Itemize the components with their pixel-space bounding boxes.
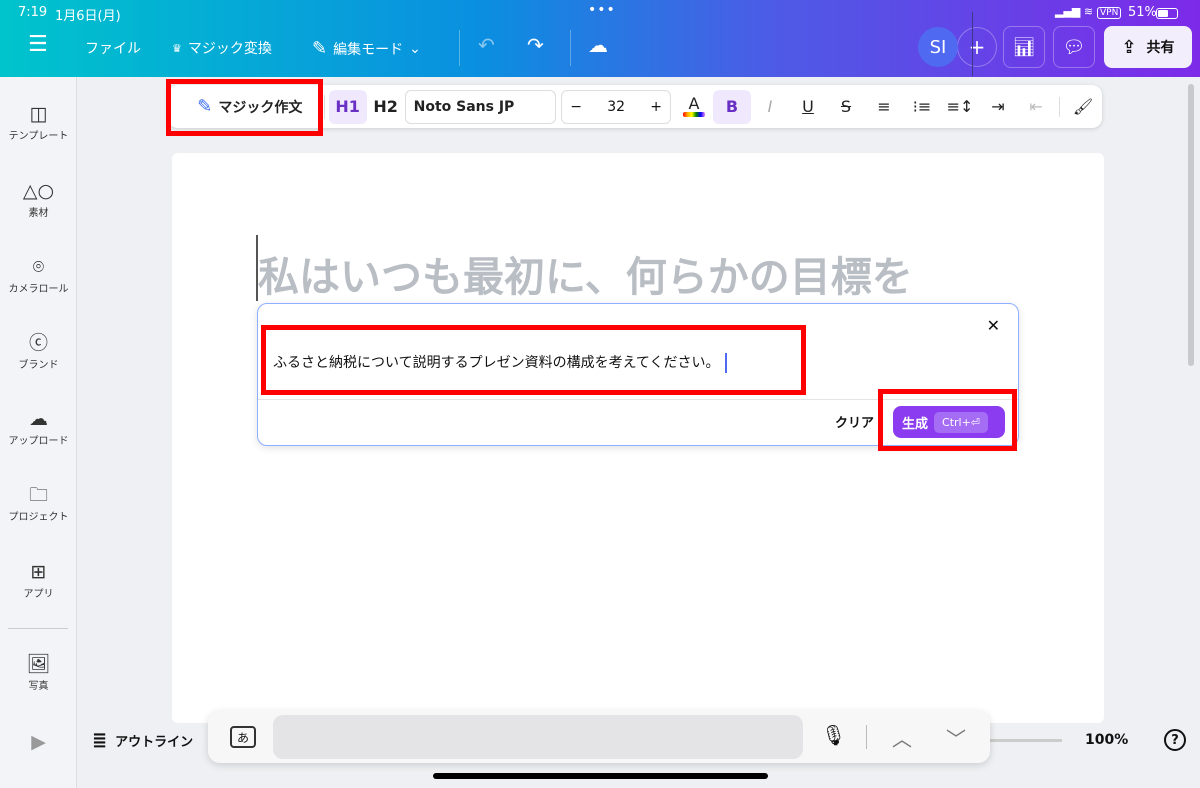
text-color-button[interactable]: A	[675, 90, 713, 124]
keyboard-accessory-bar: あ 🎙︎ ︿ ﹀	[208, 711, 990, 763]
help-button[interactable]: ?	[1164, 729, 1186, 751]
apps-icon: ⊞	[30, 561, 47, 583]
sidebar: ◫ テンプレート △○ 素材 ⌾ カメラロール ⓒ ブランド ☁ アップロード 🗀 プロジェ…	[0, 77, 77, 788]
crown-icon: ♛	[172, 41, 182, 55]
font-family-select[interactable]: Noto Sans JP	[404, 89, 557, 124]
zoom-slider[interactable]	[990, 739, 1062, 742]
video-icon: ▶	[31, 731, 46, 753]
top-header: 7:19 1月6日(月) ••• ▂▄▆ ≋ VPN 51% ☰ ファイル ♛ マ…	[0, 0, 1200, 77]
sidebar-item-templates[interactable]: ◫ テンプレート	[0, 101, 77, 142]
highlight-prompt	[261, 325, 806, 395]
multitask-dots-icon[interactable]: •••	[588, 2, 616, 18]
italic-button[interactable]: I	[751, 90, 789, 124]
upload-icon: ☁	[29, 408, 48, 430]
photo-icon: 🖼︎	[26, 653, 51, 675]
line-spacing-icon[interactable]: ≡↕	[941, 90, 979, 124]
comment-icon[interactable]: 💬︎	[1053, 26, 1095, 68]
redo-icon[interactable]: ↷	[527, 33, 544, 57]
pencil-icon: ✎	[312, 38, 328, 59]
sidebar-item-brand[interactable]: ⓒ ブランド	[0, 330, 77, 371]
home-indicator[interactable]	[433, 773, 768, 779]
cursor-line	[972, 12, 973, 76]
status-time: 7:19	[18, 5, 48, 20]
signal-wifi-icon: ▂▄▆ ≋	[1055, 5, 1094, 18]
font-size-decrease[interactable]: −	[570, 99, 582, 115]
close-icon[interactable]: ✕	[987, 316, 1000, 335]
hamburger-icon[interactable]: ☰	[28, 32, 48, 57]
zoom-level[interactable]: 100%	[1085, 732, 1128, 748]
camera-icon: ⌾	[32, 256, 45, 278]
upload-share-icon: ⇪	[1121, 36, 1137, 58]
heading1-button[interactable]: H1	[328, 89, 367, 124]
page-heading[interactable]: 私はいつも最初に、何らかの目標を	[258, 243, 913, 303]
bold-button[interactable]: B	[713, 89, 751, 124]
rainbow-bar-icon	[683, 112, 705, 117]
file-menu[interactable]: ファイル	[85, 38, 141, 58]
sidebar-item-elements[interactable]: △○ 素材	[0, 178, 77, 219]
clear-button[interactable]: クリア	[835, 412, 874, 431]
sidebar-item-uploads[interactable]: ☁ アップロード	[0, 406, 77, 447]
elements-icon: △○	[22, 180, 55, 202]
scrollbar[interactable]	[1188, 84, 1194, 366]
divider	[570, 30, 571, 66]
indent-icon[interactable]: ⇥	[979, 90, 1017, 124]
font-size-increase[interactable]: +	[650, 99, 662, 115]
heading2-button[interactable]: H2	[367, 90, 405, 124]
strikethrough-button[interactable]: S	[827, 90, 865, 124]
add-collaborator-button[interactable]: +	[957, 27, 997, 67]
divider	[1059, 96, 1060, 117]
chevron-down-icon: ⌄	[409, 40, 421, 57]
cloud-saved-icon[interactable]: ☁	[588, 33, 608, 57]
battery-percent: 51%	[1128, 5, 1157, 20]
folder-icon: 🗀	[28, 484, 48, 506]
divider	[459, 30, 460, 66]
bullet-list-icon[interactable]: ⁝≡	[903, 90, 941, 124]
highlight-generate	[878, 389, 1017, 451]
font-size-value[interactable]: 32	[607, 99, 625, 115]
outdent-icon[interactable]: ⇤	[1017, 90, 1055, 124]
font-size-stepper[interactable]: − 32 +	[561, 89, 671, 124]
outline-icon: ≣	[92, 730, 108, 751]
sidebar-item-photos[interactable]: 🖼︎ 写真	[0, 651, 77, 692]
chevron-down-icon[interactable]: ﹀	[946, 723, 966, 752]
predictive-text-field[interactable]	[273, 715, 803, 759]
microphone-icon[interactable]: 🎙︎	[821, 723, 846, 747]
outline-button[interactable]: ≣ アウトライン	[92, 730, 193, 751]
chevron-up-icon[interactable]: ︿	[892, 723, 912, 752]
share-button[interactable]: ⇪ 共有	[1104, 26, 1192, 68]
vpn-badge: VPN	[1097, 7, 1122, 19]
magic-switch-button[interactable]: ♛ マジック変換	[172, 38, 272, 58]
paint-roller-icon[interactable]: 🖌︎	[1064, 90, 1102, 124]
battery-icon	[1156, 8, 1178, 19]
divider	[866, 725, 867, 749]
insights-chart-icon[interactable]: 📊︎	[1003, 26, 1045, 68]
sidebar-item-camera-roll[interactable]: ⌾ カメラロール	[0, 254, 77, 295]
edit-mode-dropdown[interactable]: ✎ 編集モード ⌄	[312, 38, 421, 59]
kana-input-toggle[interactable]: あ	[230, 726, 256, 748]
status-date: 1月6日(月)	[55, 9, 121, 24]
divider	[323, 94, 325, 119]
align-left-icon[interactable]: ≡	[865, 90, 903, 124]
highlight-magic-write	[166, 79, 323, 136]
sidebar-item-projects[interactable]: 🗀 プロジェクト	[0, 482, 77, 523]
avatar[interactable]: SI	[918, 27, 958, 67]
sidebar-item-video[interactable]: ▶	[0, 729, 77, 755]
sidebar-item-apps[interactable]: ⊞ アプリ	[0, 559, 77, 600]
brand-icon: ⓒ	[28, 332, 48, 354]
underline-button[interactable]: U	[789, 90, 827, 124]
sidebar-divider	[8, 628, 68, 629]
template-icon: ◫	[29, 103, 48, 125]
undo-icon[interactable]: ↶	[478, 33, 495, 57]
